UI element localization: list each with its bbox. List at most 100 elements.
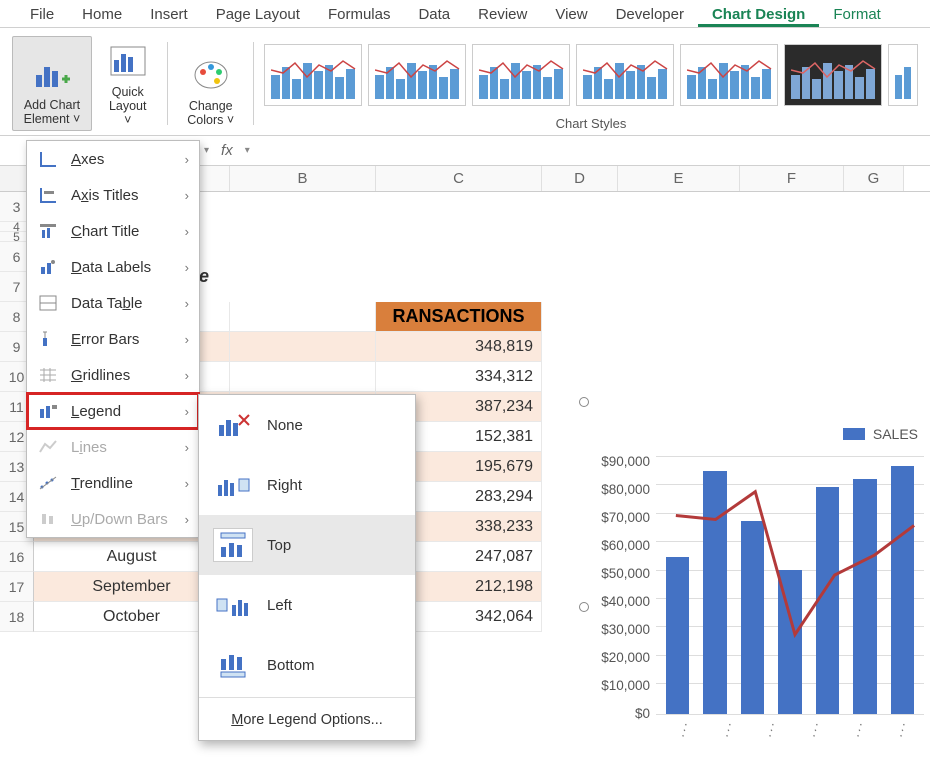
- axis-titles-icon: [37, 185, 59, 205]
- legend-submenu: None Right Top Left Bottom More Legend O…: [198, 394, 416, 741]
- menu-item-axes[interactable]: AAxesxes›: [27, 141, 199, 177]
- chart-resize-handle[interactable]: [579, 397, 589, 407]
- row-header[interactable]: 17: [0, 572, 34, 602]
- tab-view[interactable]: View: [541, 2, 601, 27]
- submenu-item-bottom[interactable]: Bottom: [199, 635, 415, 695]
- chart-y-axis: $90,000 $80,000 $70,000 $60,000 $50,000 …: [584, 456, 656, 714]
- fx-icon[interactable]: fx: [213, 142, 241, 159]
- table-cell[interactable]: 334,312: [376, 362, 542, 392]
- trendline-icon: [37, 473, 59, 493]
- legend-left-icon: [213, 588, 253, 622]
- menu-item-trendline[interactable]: Trendline›: [27, 465, 199, 501]
- menu-item-axis-titles[interactable]: Axis Titles›: [27, 177, 199, 213]
- chevron-right-icon: ›: [185, 152, 189, 167]
- menu-item-lines: Lines›: [27, 429, 199, 465]
- palette-icon: [191, 55, 231, 95]
- fx-dropdown-icon[interactable]: ▾: [241, 145, 254, 156]
- chart-style-7[interactable]: [888, 44, 918, 106]
- chart-style-3[interactable]: [472, 44, 570, 106]
- submenu-item-left[interactable]: Left: [199, 575, 415, 635]
- menu-item-updown-bars: Up/Down Bars›: [27, 501, 199, 537]
- chevron-right-icon: ›: [185, 512, 189, 527]
- tab-format[interactable]: Format: [819, 2, 895, 27]
- tab-data[interactable]: Data: [404, 2, 464, 27]
- name-box-dropdown-icon[interactable]: ▾: [200, 145, 213, 156]
- chevron-right-icon: ›: [185, 368, 189, 383]
- chart-plot-area[interactable]: [656, 456, 924, 714]
- tab-home[interactable]: Home: [68, 2, 136, 27]
- chevron-right-icon: ›: [185, 260, 189, 275]
- add-chart-element-button[interactable]: Add Chart Element ˅: [12, 36, 92, 131]
- menu-item-error-bars[interactable]: Error Bars›: [27, 321, 199, 357]
- tab-chart-design[interactable]: Chart Design: [698, 2, 819, 27]
- tab-insert[interactable]: Insert: [136, 2, 202, 27]
- submenu-item-top[interactable]: Top: [199, 515, 415, 575]
- updown-bars-icon: [37, 509, 59, 529]
- col-header-c[interactable]: C: [376, 166, 542, 191]
- col-header-f[interactable]: F: [740, 166, 844, 191]
- chevron-right-icon: ›: [185, 332, 189, 347]
- table-header-transactions[interactable]: RANSACTIONS: [376, 302, 542, 332]
- tab-file[interactable]: File: [16, 2, 68, 27]
- menu-item-legend[interactable]: Legend›: [27, 393, 199, 429]
- add-chart-element-icon: [32, 54, 72, 94]
- chart-style-4[interactable]: [576, 44, 674, 106]
- gridlines-icon: [37, 365, 59, 385]
- row-header[interactable]: 16: [0, 542, 34, 572]
- menu-item-data-labels[interactable]: Data Labels›: [27, 249, 199, 285]
- chart-x-axis: ⋰⋰⋰⋰⋰⋰: [656, 724, 924, 738]
- submenu-item-more-options[interactable]: More Legend Options...: [199, 700, 415, 740]
- tab-page-layout[interactable]: Page Layout: [202, 2, 314, 27]
- change-colors-button[interactable]: Change Colors ˅: [178, 36, 243, 131]
- chart-styles-label: Chart Styles: [264, 114, 918, 131]
- chart-style-5[interactable]: [680, 44, 778, 106]
- axes-icon: [37, 149, 59, 169]
- chevron-right-icon: ›: [185, 296, 189, 311]
- col-header-e[interactable]: E: [618, 166, 740, 191]
- chevron-right-icon: ›: [185, 404, 189, 419]
- legend-top-icon: [213, 528, 253, 562]
- tab-developer[interactable]: Developer: [602, 2, 698, 27]
- embedded-chart[interactable]: SALES $90,000 $80,000 $70,000 $60,000 $5…: [584, 402, 930, 742]
- chart-style-1[interactable]: [264, 44, 362, 106]
- col-header-d[interactable]: D: [542, 166, 618, 191]
- legend-right-icon: [213, 468, 253, 502]
- tab-review[interactable]: Review: [464, 2, 541, 27]
- chevron-right-icon: ›: [185, 476, 189, 491]
- add-chart-element-menu: AAxesxes› Axis Titles› Chart Title› Data…: [26, 140, 200, 538]
- ribbon: Add Chart Element ˅ Quick Layout ˅ Chang…: [0, 28, 930, 136]
- menu-item-gridlines[interactable]: Gridlines›: [27, 357, 199, 393]
- chevron-right-icon: ›: [185, 188, 189, 203]
- chevron-right-icon: ›: [185, 440, 189, 455]
- data-table-icon: [37, 293, 59, 313]
- submenu-item-none[interactable]: None: [199, 395, 415, 455]
- menu-item-chart-title[interactable]: Chart Title›: [27, 213, 199, 249]
- menu-item-data-table[interactable]: Data Table›: [27, 285, 199, 321]
- legend-label: SALES: [873, 426, 918, 442]
- chart-style-6[interactable]: [784, 44, 882, 106]
- table-cell[interactable]: [230, 362, 376, 392]
- table-cell[interactable]: [230, 302, 376, 332]
- legend-icon: [37, 401, 59, 421]
- table-cell[interactable]: 348,819: [376, 332, 542, 362]
- table-cell[interactable]: [230, 332, 376, 362]
- quick-layout-button[interactable]: Quick Layout ˅: [98, 36, 157, 131]
- error-bars-icon: [37, 329, 59, 349]
- tab-formulas[interactable]: Formulas: [314, 2, 405, 27]
- chart-title-icon: [37, 221, 59, 241]
- legend-bottom-icon: [213, 648, 253, 682]
- col-header-g[interactable]: G: [844, 166, 904, 191]
- quick-layout-icon: [108, 41, 148, 81]
- legend-none-icon: [213, 408, 253, 442]
- chart-style-2[interactable]: [368, 44, 466, 106]
- submenu-item-right[interactable]: Right: [199, 455, 415, 515]
- chart-line[interactable]: [656, 456, 924, 714]
- chart-legend[interactable]: SALES: [843, 426, 918, 442]
- chevron-right-icon: ›: [185, 224, 189, 239]
- chart-styles-gallery[interactable]: [264, 36, 918, 114]
- data-labels-icon: [37, 257, 59, 277]
- legend-swatch-icon: [843, 428, 865, 440]
- row-header[interactable]: 18: [0, 602, 34, 632]
- col-header-b[interactable]: B: [230, 166, 376, 191]
- ribbon-tabs: File Home Insert Page Layout Formulas Da…: [0, 0, 930, 28]
